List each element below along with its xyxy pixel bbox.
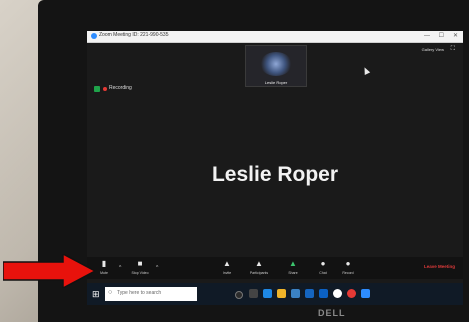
file-explorer-icon[interactable] <box>277 289 286 298</box>
maximize-button[interactable]: ☐ <box>439 32 444 40</box>
share-button[interactable]: ▲ Share <box>280 259 306 275</box>
zoom-logo-icon <box>91 33 97 39</box>
cortana-icon[interactable] <box>235 291 243 299</box>
task-view-icon[interactable] <box>249 289 258 298</box>
participants-label: Participants <box>249 271 269 275</box>
video-options-caret-icon[interactable]: ^ <box>156 265 158 271</box>
active-speaker-name: Leslie Roper <box>211 163 339 186</box>
mouse-cursor-icon <box>361 66 371 75</box>
recording-dot-icon <box>103 87 107 91</box>
share-label: Share <box>288 271 298 275</box>
recording-label: Recording <box>109 85 132 91</box>
video-feed-image <box>260 52 292 76</box>
meeting-toolbar: ▮ Mute ^ ■ Stop Video ^ ▲ Invite ▲ Parti… <box>87 257 463 279</box>
chat-label: Chat <box>319 271 327 275</box>
edge-browser-icon[interactable] <box>263 289 272 298</box>
chat-icon: ● <box>320 259 326 268</box>
record-button[interactable]: ● Record <box>335 259 361 275</box>
invite-button[interactable]: ▲ Invite <box>214 259 240 275</box>
share-screen-icon: ▲ <box>289 259 297 268</box>
record-label: Record <box>342 271 354 275</box>
invite-label: Invite <box>222 271 232 275</box>
stop-video-button[interactable]: ■ Stop Video <box>127 259 153 275</box>
record-icon: ● <box>345 259 351 268</box>
search-placeholder: Type here to search <box>117 290 162 296</box>
taskbar-search-box[interactable]: ○ Type here to search <box>105 287 197 301</box>
minimize-button[interactable]: — <box>424 32 430 40</box>
participants-icon: ▲ <box>255 259 263 268</box>
dell-logo: DELL <box>318 308 346 318</box>
security-shield-icon <box>94 86 100 92</box>
chat-button[interactable]: ● Chat <box>310 259 336 275</box>
store-icon[interactable] <box>291 289 300 298</box>
participant-thumbnail[interactable]: Leslie Roper <box>245 45 307 87</box>
red-arrow-annotation <box>3 254 95 288</box>
mail-icon[interactable] <box>305 289 314 298</box>
window-titlebar: Zoom Meeting ID: 221-990-535 — ☐ ✕ <box>87 31 463 43</box>
video-camera-icon: ■ <box>137 259 143 268</box>
search-icon: ○ <box>108 289 113 296</box>
invite-icon: ▲ <box>223 259 231 268</box>
word-icon[interactable] <box>319 289 328 298</box>
thumbnail-name: Leslie Roper <box>264 80 288 85</box>
stop-video-label: Stop Video <box>131 271 149 275</box>
zoom-taskbar-icon[interactable] <box>361 289 370 298</box>
window-title: Zoom Meeting ID: 221-990-535 <box>99 32 169 38</box>
close-button[interactable]: ✕ <box>453 32 458 40</box>
audio-options-caret-icon[interactable]: ^ <box>119 265 121 271</box>
participants-button[interactable]: ▲ Participants <box>246 259 272 275</box>
app-icon[interactable] <box>347 289 356 298</box>
chrome-icon[interactable] <box>333 289 342 298</box>
zoom-window: Zoom Meeting ID: 221-990-535 — ☐ ✕ Galle… <box>87 31 463 305</box>
windows-taskbar: ⊞ ○ Type here to search <box>87 283 463 305</box>
leave-meeting-button[interactable]: Leave Meeting <box>424 264 455 269</box>
windows-start-icon[interactable]: ⊞ <box>92 289 100 299</box>
gallery-view-button[interactable]: Gallery View <box>422 47 444 52</box>
fullscreen-icon[interactable]: ⛶ <box>451 46 455 53</box>
